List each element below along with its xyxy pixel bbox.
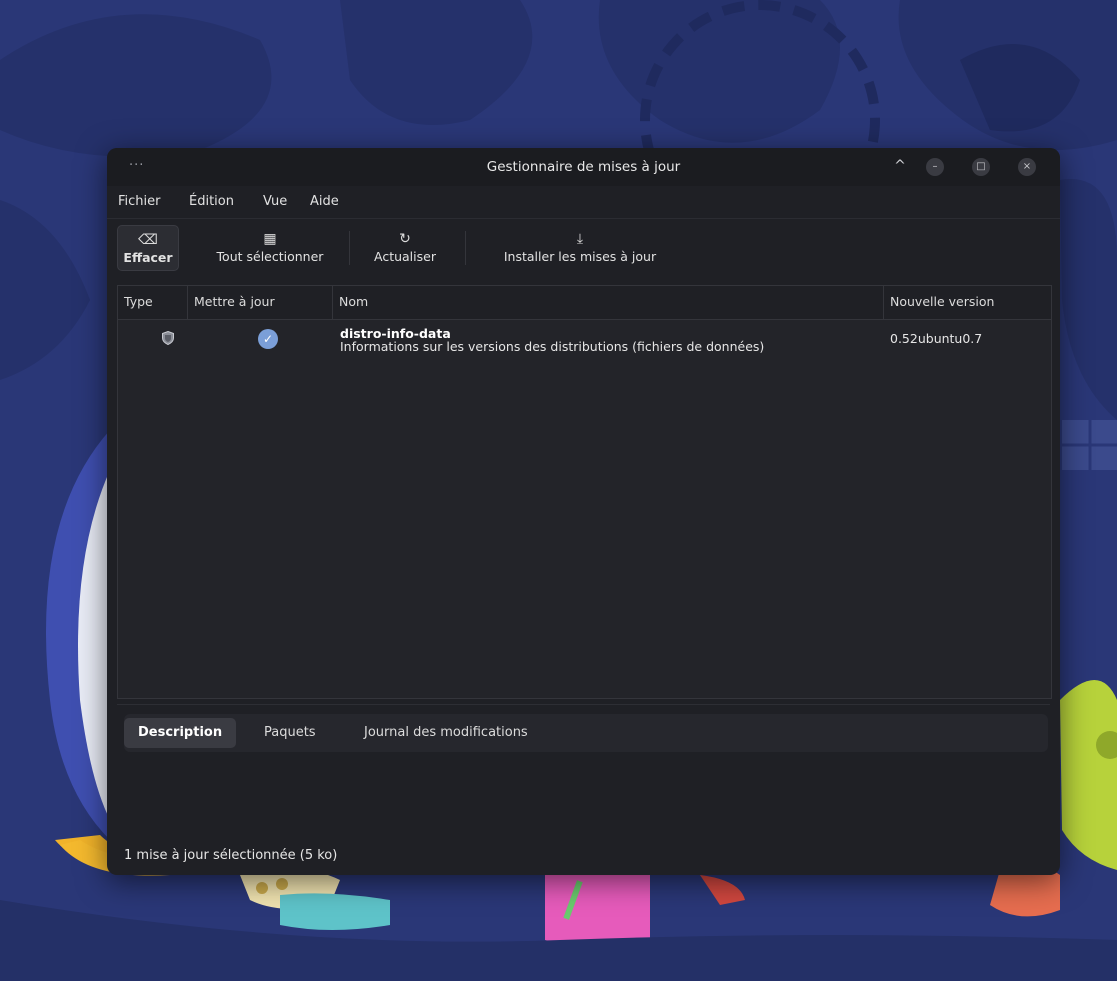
clear-label: Effacer <box>123 250 173 265</box>
maximize-icon: □ <box>976 161 986 172</box>
tab-changelog[interactable]: Journal des modifications <box>350 718 542 748</box>
download-icon: ⤓ <box>576 231 584 247</box>
update-checkbox[interactable]: ✓ <box>258 329 278 349</box>
minimize-icon: – <box>932 161 938 172</box>
refresh-button[interactable]: ↻ Actualiser <box>359 225 451 269</box>
refresh-icon: ↻ <box>399 231 411 247</box>
menu-help[interactable]: Aide <box>310 194 339 209</box>
column-type[interactable]: Type <box>118 286 188 319</box>
install-updates-label: Installer les mises à jour <box>503 249 657 264</box>
tab-packages[interactable]: Paquets <box>250 718 330 748</box>
menu-edit[interactable]: Édition <box>189 194 234 209</box>
shade-chevron-up-icon[interactable]: ^ <box>890 156 910 176</box>
package-new-version: 0.52ubuntu0.7 <box>890 331 983 346</box>
maximize-button[interactable]: □ <box>972 158 990 176</box>
status-bar: 1 mise à jour sélectionnée (5 ko) <box>107 838 1060 875</box>
menu-file[interactable]: Fichier <box>118 194 161 209</box>
tab-description[interactable]: Description <box>124 718 237 748</box>
close-button[interactable]: × <box>1018 158 1036 176</box>
select-all-label: Tout sélectionner <box>216 249 324 264</box>
install-updates-button[interactable]: ⤓ Installer les mises à jour <box>475 225 685 269</box>
title-bar[interactable]: ··· Gestionnaire de mises à jour ^ – □ × <box>107 148 1060 186</box>
menu-view[interactable]: Vue <box>263 194 287 209</box>
select-all-icon: ▦ <box>263 231 277 247</box>
details-tabbar: Description Paquets Journal des modifica… <box>124 714 1048 752</box>
toolbar: ⌫ Effacer ▦ Tout sélectionner ↻ Actualis… <box>107 218 1060 281</box>
package-description: Informations sur les versions des distri… <box>340 339 765 354</box>
table-row[interactable]: ✓ distro-info-data Informations sur les … <box>118 320 1051 360</box>
window-title: Gestionnaire de mises à jour <box>486 159 681 175</box>
checkmark-icon: ✓ <box>262 332 274 346</box>
toolbar-separator <box>349 231 350 265</box>
updates-table: Type Mettre à jour Nom Nouvelle version … <box>117 285 1052 699</box>
details-pane: Description Paquets Journal des modifica… <box>117 704 1050 830</box>
column-update[interactable]: Mettre à jour <box>188 286 333 319</box>
select-all-button[interactable]: ▦ Tout sélectionner <box>199 225 341 269</box>
update-manager-window: ··· Gestionnaire de mises à jour ^ – □ ×… <box>107 148 1060 875</box>
backspace-clear-icon: ⌫ <box>138 232 158 248</box>
status-text: 1 mise à jour sélectionnée (5 ko) <box>124 848 338 863</box>
refresh-label: Actualiser <box>374 249 436 264</box>
toolbar-separator <box>465 231 466 265</box>
column-new-version[interactable]: Nouvelle version <box>884 286 1051 319</box>
column-name[interactable]: Nom <box>333 286 884 319</box>
table-header: Type Mettre à jour Nom Nouvelle version <box>118 286 1051 320</box>
close-icon: × <box>1022 161 1032 172</box>
menu-bar: Fichier Édition Vue Aide <box>107 186 1060 216</box>
minimize-button[interactable]: – <box>926 158 944 176</box>
clear-button[interactable]: ⌫ Effacer <box>117 225 179 271</box>
shield-icon <box>162 331 174 345</box>
